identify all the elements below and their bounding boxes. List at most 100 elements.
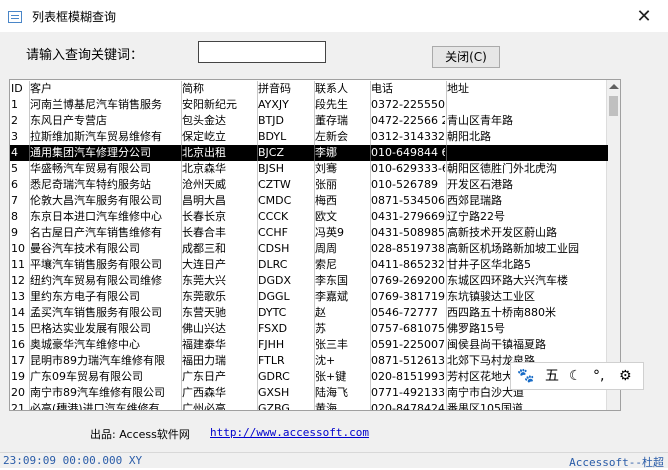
column-divider — [181, 337, 182, 353]
list-cell: 福建泰华 — [182, 338, 226, 351]
list-cell: 辽宁路22号 — [447, 210, 505, 223]
list-row[interactable]: 21 必高(穗港)进口汽车维修有 广州必高 GZBG 黄海 020-84784241 番禺区… — [10, 401, 608, 411]
column-divider — [314, 353, 315, 369]
list-row[interactable]: 4 通用集团汽车修理分公司 北京出租 BJCZ 李娜 010-649844 6 — [10, 145, 608, 161]
column-divider — [29, 305, 30, 321]
column-divider — [314, 225, 315, 241]
list-row[interactable]: 6 悉尼奇瑞汽车特约服务站 沧州天威 CZTW 张丽 010-526789 开发区石港路 — [10, 177, 608, 193]
column-divider — [314, 385, 315, 401]
list-cell: 朝阳区德胜门外北虎沟 — [447, 162, 557, 175]
column-divider — [181, 225, 182, 241]
column-divider — [446, 289, 447, 305]
list-cell: 里约东方电子有限公司 — [30, 290, 140, 303]
column-divider — [29, 369, 30, 385]
gear-icon[interactable]: ⚙ — [619, 367, 632, 385]
list-row[interactable]: 13 里约东方电子有限公司 东莞歌乐 DGGL 李嘉斌 0769-381719 东坑镇骏达工… — [10, 289, 608, 305]
list-cell: 6 — [11, 178, 18, 191]
column-divider — [257, 241, 258, 257]
column-divider — [314, 273, 315, 289]
list-cell: 东莞大兴 — [182, 274, 226, 287]
list-cell: 张+键 — [315, 370, 347, 383]
column-divider — [181, 385, 182, 401]
list-cell: 广州必高 — [182, 402, 226, 411]
list-cell: 北京出租 — [182, 146, 226, 159]
list-row[interactable]: 5 华盛畅汽车贸易有限公司 北京森华 BJSH 刘骞 010-629333-6 朝阳区德胜门… — [10, 161, 608, 177]
column-divider — [29, 225, 30, 241]
list-cell: 张三丰 — [315, 338, 348, 351]
column-divider — [370, 289, 371, 305]
column-divider — [446, 225, 447, 241]
column-divider — [446, 401, 447, 410]
column-divider — [370, 241, 371, 257]
column-divider — [257, 385, 258, 401]
scroll-up-icon[interactable] — [609, 84, 619, 89]
column-divider — [314, 113, 315, 129]
column-divider — [446, 145, 447, 161]
column-divider — [257, 401, 258, 410]
column-divider — [370, 353, 371, 369]
list-row[interactable]: 8 东京日本进口汽车维修中心 长春长京 CCCK 欧文 0431-279669 辽宁路22号 — [10, 209, 608, 225]
column-divider — [181, 193, 182, 209]
column-divider — [29, 337, 30, 353]
list-row[interactable]: 2 东风日产专营店 包头金达 BTJD 董存瑞 0472-22566 2 青山区青年路 — [10, 113, 608, 129]
column-divider — [370, 369, 371, 385]
column-divider — [370, 209, 371, 225]
list-row[interactable]: 1 河南兰博基尼汽车销售服务 安阳新纪元 AYXJY 段先生 0372-225550 — [10, 97, 608, 113]
close-window-icon[interactable]: ✕ — [630, 5, 658, 29]
list-cell: 东莞歌乐 — [182, 290, 226, 303]
vertical-scrollbar[interactable] — [606, 80, 620, 410]
list-row[interactable]: 11 平壤汽车销售服务有限公司 大连日产 DLRC 索尼 0411-8652323 甘井子区… — [10, 257, 608, 273]
list-cell: 名古屋日产汽车销售维修有 — [30, 226, 162, 239]
list-row[interactable]: 10 曼谷汽车技术有限公司 成都三和 CDSH 周周 028-8519738 高新区机场路新… — [10, 241, 608, 257]
list-row[interactable]: 14 孟买汽车销售服务有限公司 东营天驰 DYTC 赵 0546-72777 西四路五十桥南… — [10, 305, 608, 321]
list-cell: 福田力瑞 — [182, 354, 226, 367]
column-divider — [370, 305, 371, 321]
column-divider — [314, 129, 315, 145]
column-divider — [257, 273, 258, 289]
column-divider — [257, 97, 258, 113]
list-cell: 11 — [11, 258, 25, 271]
list-cell: 5 — [11, 162, 18, 175]
list-cell: 长春长京 — [182, 210, 226, 223]
list-cell: 华盛畅汽车贸易有限公司 — [30, 162, 151, 175]
paw-icon[interactable]: 🐾 — [517, 367, 534, 385]
list-cell: 张丽 — [315, 178, 337, 191]
column-divider — [257, 81, 258, 97]
column-divider — [257, 305, 258, 321]
list-cell: 李娜 — [315, 146, 337, 159]
moon-icon[interactable]: ☾ — [569, 367, 582, 385]
column-divider — [257, 193, 258, 209]
column-divider — [29, 273, 30, 289]
ime-mode-item[interactable]: 五 — [545, 367, 559, 385]
form-icon — [8, 11, 22, 23]
list-row[interactable]: 16 奥城豪华汽车维修中心 福建泰华 FJHH 张三丰 0591-225007 闽侯县尚干镇… — [10, 337, 608, 353]
list-row[interactable]: 12 纽约汽车贸易有限公司维修 东莞大兴 DGDX 李东国 0769-269200 东城区四… — [10, 273, 608, 289]
column-divider — [314, 305, 315, 321]
list-cell: 必高(穗港)进口汽车维修有 — [30, 402, 160, 411]
source-link[interactable]: http://www.accessoft.com — [210, 426, 369, 439]
search-input[interactable] — [198, 41, 326, 63]
list-cell: 保定屹立 — [182, 130, 226, 143]
list-cell: 昆明市89力瑞汽车维修有限 — [30, 354, 165, 367]
column-divider — [370, 193, 371, 209]
column-divider — [257, 337, 258, 353]
list-cell: 沧州天威 — [182, 178, 226, 191]
list-row[interactable]: 15 巴格达实业发展有限公司 佛山兴达 FSXD 苏 0757-6810759 佛罗路15号 — [10, 321, 608, 337]
list-row[interactable]: 7 伦敦大昌汽车服务有限公司 昌明大昌 CMDC 梅西 0871-534506 西郊昆瑞路 — [10, 193, 608, 209]
list-row[interactable]: 9 名古屋日产汽车销售维修有 长春合丰 CCHF 冯英9 0431-5089859 高新技术… — [10, 225, 608, 241]
list-row[interactable]: 3 拉斯维加斯汽车贸易维修有 保定屹立 BDYL 左新会 0312-314332 朝阳北路 — [10, 129, 608, 145]
close-button[interactable]: 关闭(C) — [432, 46, 500, 68]
column-divider — [314, 81, 315, 97]
column-divider — [181, 401, 182, 410]
column-divider — [314, 289, 315, 305]
list-cell: BTJD — [258, 114, 284, 127]
list-cell: GZBG — [258, 402, 290, 411]
list-cell: 12 — [11, 274, 25, 287]
scroll-thumb[interactable] — [609, 96, 618, 116]
punctuation-icon[interactable]: °, — [593, 367, 604, 385]
column-divider — [446, 113, 447, 129]
list-cell: 0431-5089859 — [371, 226, 445, 239]
list-cell: CCCK — [258, 210, 289, 223]
column-divider — [446, 353, 447, 369]
column-divider — [370, 273, 371, 289]
